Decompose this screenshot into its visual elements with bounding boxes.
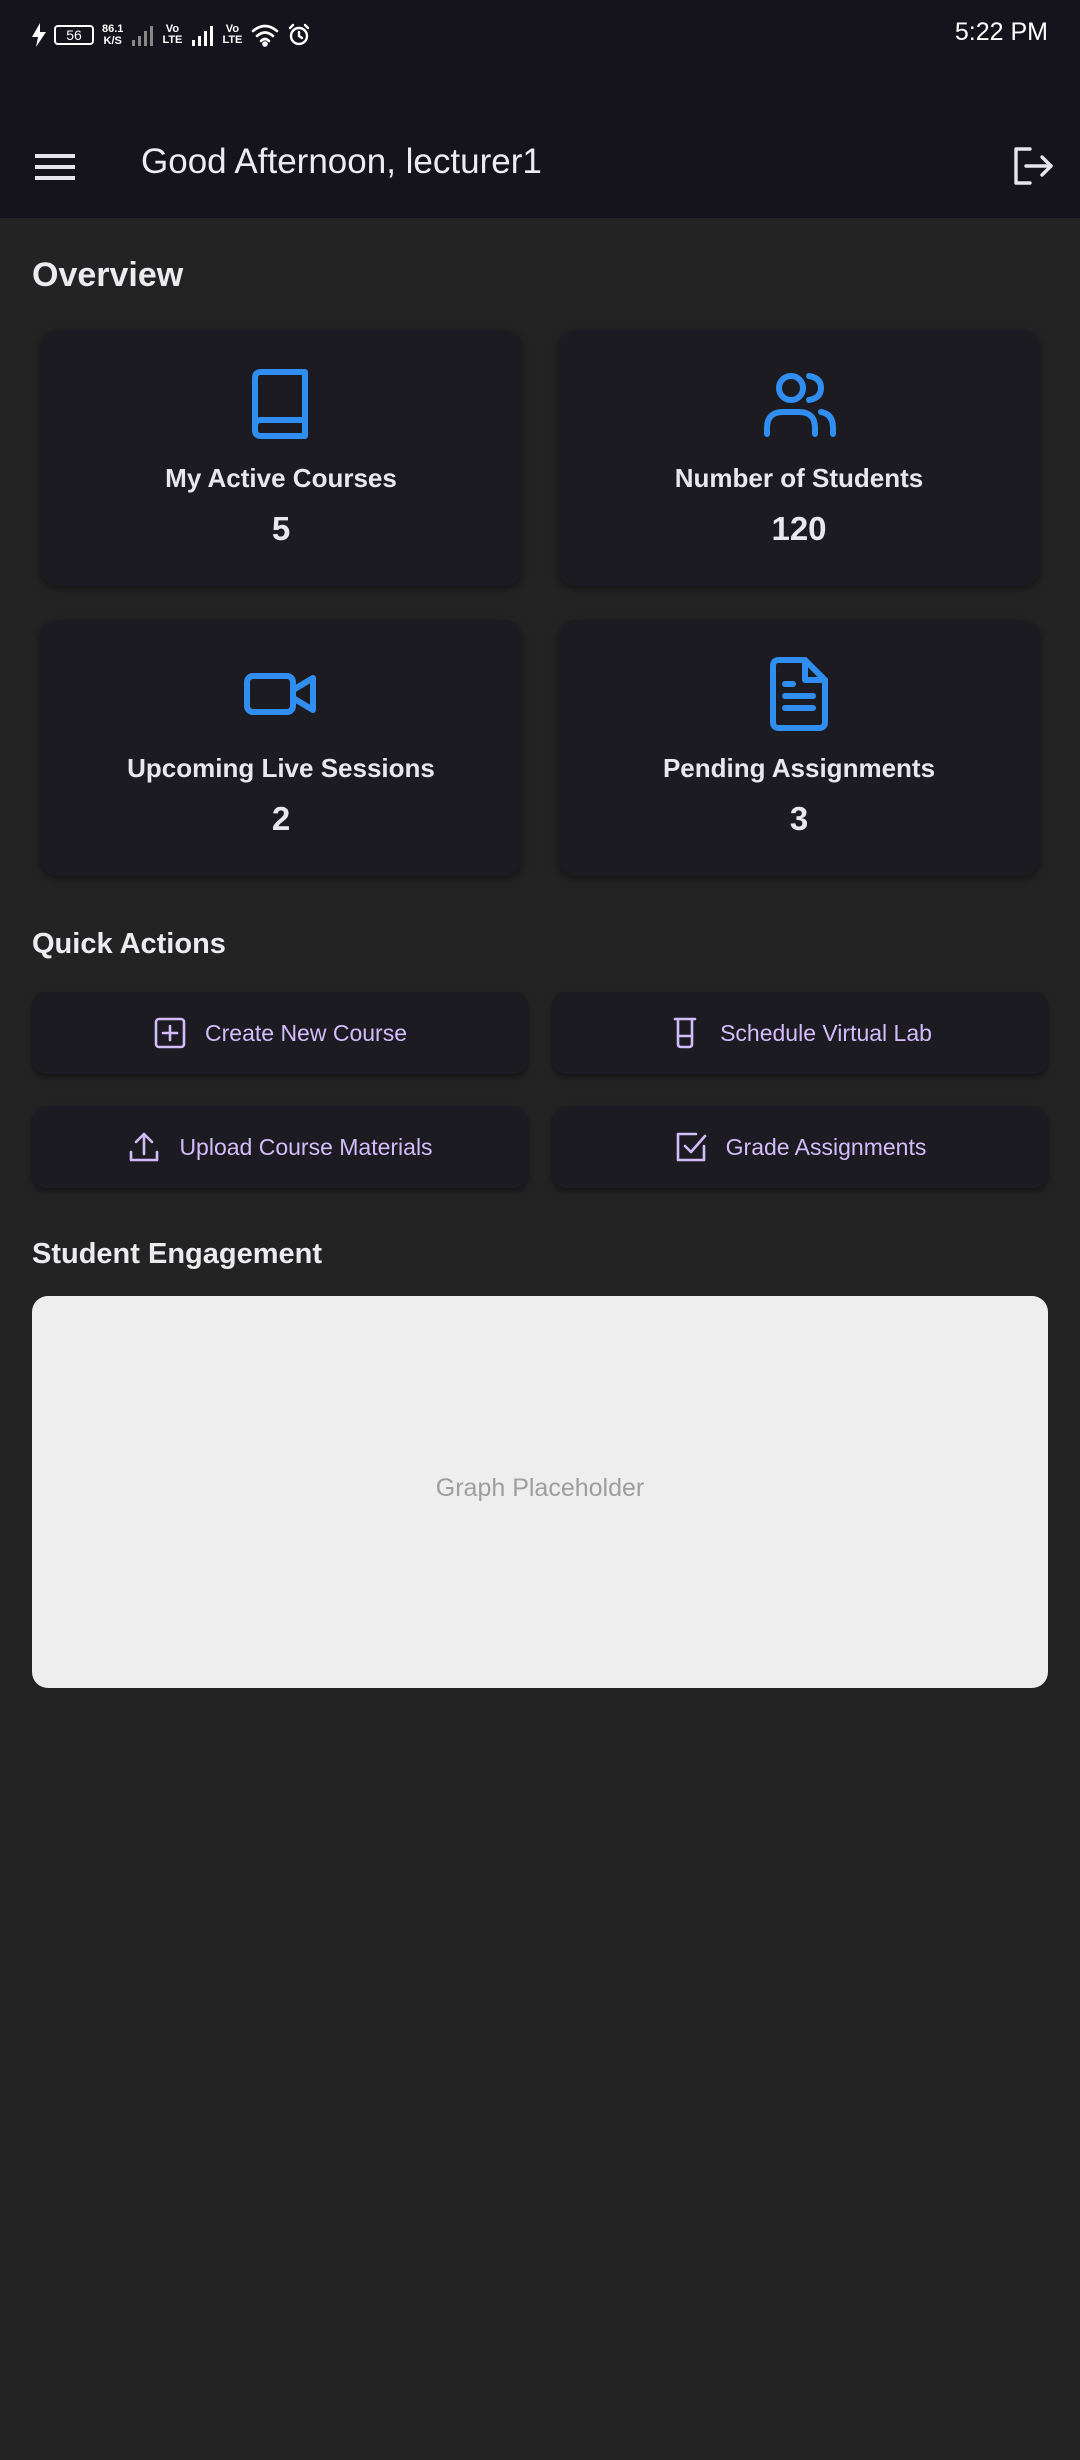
engagement-graph-placeholder: Graph Placeholder	[32, 1296, 1048, 1688]
status-icons: 56 86.1 K/S Vo LTE Vo LTE	[32, 20, 311, 50]
stat-card-value: 5	[271, 510, 291, 547]
video-camera-icon	[244, 673, 316, 715]
logout-icon[interactable]	[1010, 144, 1054, 188]
stat-card-label: Number of Students	[674, 463, 924, 493]
greeting-title: Good Afternoon, lecturer1	[141, 142, 542, 181]
signal-strong-icon	[192, 26, 214, 46]
schedule-virtual-lab-button[interactable]: Schedule Virtual Lab	[552, 992, 1048, 1074]
stat-card-value: 3	[789, 800, 809, 837]
student-engagement-heading: Student Engagement	[32, 1238, 323, 1270]
stat-card-label: Upcoming Live Sessions	[127, 753, 435, 783]
network-speed-unit: K/S	[103, 34, 122, 47]
sim1-volte-label: Vo LTE	[162, 23, 183, 46]
alarm-icon	[289, 23, 310, 46]
stat-card-value: 2	[271, 800, 291, 837]
signal-weak-icon	[132, 26, 154, 46]
quick-actions-heading: Quick Actions	[32, 928, 226, 960]
grade-assignments-button[interactable]: Grade Assignments	[552, 1106, 1048, 1188]
wifi-icon	[252, 24, 279, 47]
network-speed-value: 86.1	[102, 22, 124, 35]
stat-card-label: My Active Courses	[165, 463, 397, 493]
button-label: Create New Course	[205, 1019, 407, 1046]
plus-square-icon	[154, 1017, 186, 1049]
button-label: Schedule Virtual Lab	[720, 1019, 932, 1046]
status-time: 5:22 PM	[954, 18, 1048, 46]
charging-icon	[32, 23, 46, 47]
stat-card-live-sessions[interactable]: Upcoming Live Sessions 2	[40, 620, 522, 876]
stat-card-label: Pending Assignments	[662, 753, 936, 783]
overview-heading: Overview	[32, 256, 184, 294]
network-speed: 86.1 K/S	[102, 22, 124, 47]
stat-card-students[interactable]: Number of Students 120	[558, 330, 1040, 586]
stat-card-value: 120	[771, 510, 827, 547]
document-icon	[770, 657, 828, 731]
graph-placeholder-text: Graph Placeholder	[435, 1474, 645, 1502]
beaker-icon	[673, 1017, 697, 1049]
sim2-volte-label: Vo LTE	[222, 23, 243, 46]
upload-course-materials-button[interactable]: Upload Course Materials	[32, 1106, 528, 1188]
hamburger-menu-icon[interactable]	[34, 146, 76, 188]
status-bar: 56 86.1 K/S Vo LTE Vo LTE 5:22 PM	[0, 0, 1080, 70]
button-label: Upload Course Materials	[179, 1133, 433, 1160]
battery-indicator: 56	[54, 25, 94, 45]
check-square-icon	[676, 1132, 706, 1162]
button-label: Grade Assignments	[725, 1133, 927, 1160]
stat-card-pending-assignments[interactable]: Pending Assignments 3	[558, 620, 1040, 876]
stat-card-active-courses[interactable]: My Active Courses 5	[40, 330, 522, 586]
app-bar: Good Afternoon, lecturer1	[0, 70, 1080, 218]
book-icon	[252, 369, 308, 439]
upload-icon	[130, 1132, 159, 1162]
create-new-course-button[interactable]: Create New Course	[32, 992, 528, 1074]
users-icon	[764, 373, 836, 437]
